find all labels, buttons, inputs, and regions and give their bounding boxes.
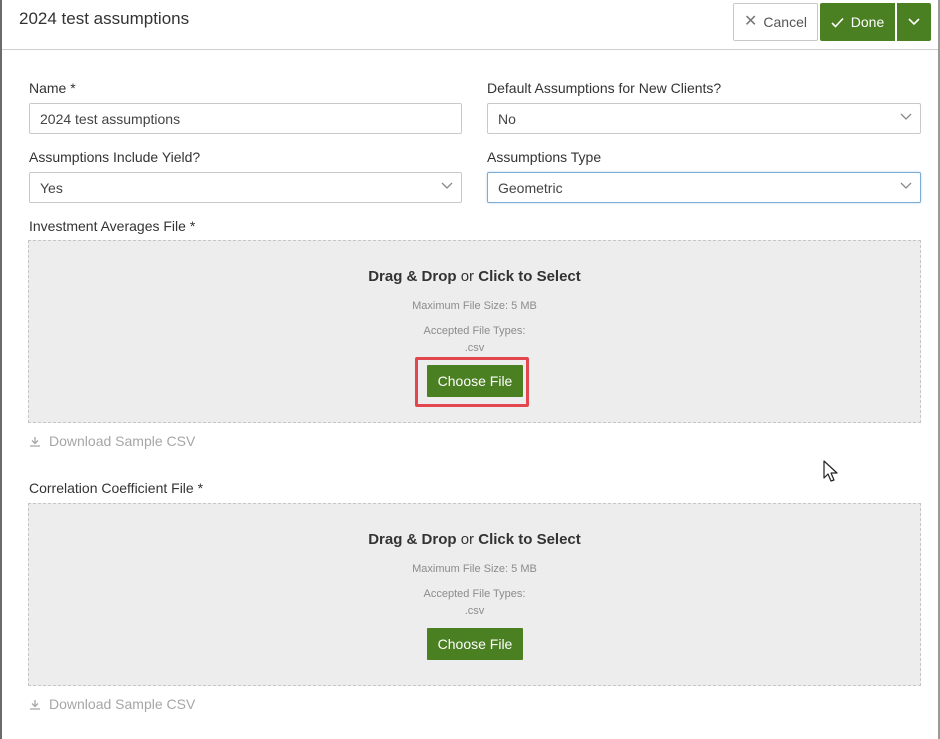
default-assumptions-label: Default Assumptions for New Clients? xyxy=(487,80,722,96)
chevron-down-icon xyxy=(900,113,912,120)
max-file-size: Maximum File Size: 5 MB xyxy=(412,563,537,575)
download-icon xyxy=(30,436,40,447)
cancel-button-label: Cancel xyxy=(763,14,807,30)
click-select-text: Click to Select xyxy=(478,268,581,285)
include-yield-label: Assumptions Include Yield? xyxy=(29,149,201,165)
accepted-types-label: Accepted File Types: xyxy=(423,588,526,600)
assumptions-type-value: Geometric xyxy=(498,179,563,196)
dialog-header: 2024 test assumptions ✕ Cancel Done xyxy=(2,0,938,50)
download-icon xyxy=(30,699,40,710)
click-select-text: Click to Select xyxy=(478,531,581,548)
chevron-down-icon xyxy=(908,18,920,26)
mouse-cursor-icon xyxy=(823,460,838,482)
include-yield-select[interactable]: Yes xyxy=(29,172,462,203)
drag-drop-text: Drag & Drop xyxy=(368,531,457,548)
done-button[interactable]: Done xyxy=(820,3,895,41)
correlation-choose-file-button[interactable]: Choose File xyxy=(427,628,523,660)
name-label: Name * xyxy=(29,80,76,96)
investment-file-label: Investment Averages File * xyxy=(29,218,196,234)
name-input[interactable] xyxy=(29,103,462,134)
chevron-down-icon xyxy=(441,182,453,189)
max-file-size: Maximum File Size: 5 MB xyxy=(412,300,537,312)
done-button-label: Done xyxy=(850,14,885,30)
assumptions-type-select[interactable]: Geometric xyxy=(487,172,921,203)
check-icon xyxy=(831,17,844,28)
chevron-down-icon xyxy=(900,182,912,189)
correlation-file-dropzone[interactable]: Drag & Drop or Click to Select Maximum F… xyxy=(28,503,921,686)
drag-drop-text: Drag & Drop xyxy=(368,268,457,285)
accepted-types-value: .csv xyxy=(464,342,485,354)
default-assumptions-value: No xyxy=(498,110,516,127)
correlation-download-sample-link[interactable]: Download Sample CSV xyxy=(29,696,195,712)
accepted-types-label: Accepted File Types: xyxy=(423,325,526,337)
dialog-title: 2024 test assumptions xyxy=(19,9,190,28)
highlight-box xyxy=(415,357,529,407)
close-icon: ✕ xyxy=(744,13,758,30)
cancel-button[interactable]: ✕ Cancel xyxy=(733,3,818,41)
include-yield-value: Yes xyxy=(40,179,63,196)
dropzone-heading: Drag & Drop or Click to Select xyxy=(29,531,920,548)
window-left-edge xyxy=(0,0,2,739)
done-options-toggle[interactable] xyxy=(897,3,931,41)
accepted-types-value: .csv xyxy=(464,605,485,617)
dropzone-heading: Drag & Drop or Click to Select xyxy=(29,268,920,285)
investment-download-sample-link[interactable]: Download Sample CSV xyxy=(29,433,195,449)
correlation-file-label: Correlation Coefficient File * xyxy=(29,480,204,496)
download-sample-label: Download Sample CSV xyxy=(49,433,196,449)
default-assumptions-select[interactable]: No xyxy=(487,103,921,134)
or-text: or xyxy=(460,268,475,285)
assumptions-type-label: Assumptions Type xyxy=(487,149,602,165)
download-sample-label: Download Sample CSV xyxy=(49,696,196,712)
or-text: or xyxy=(460,531,475,548)
